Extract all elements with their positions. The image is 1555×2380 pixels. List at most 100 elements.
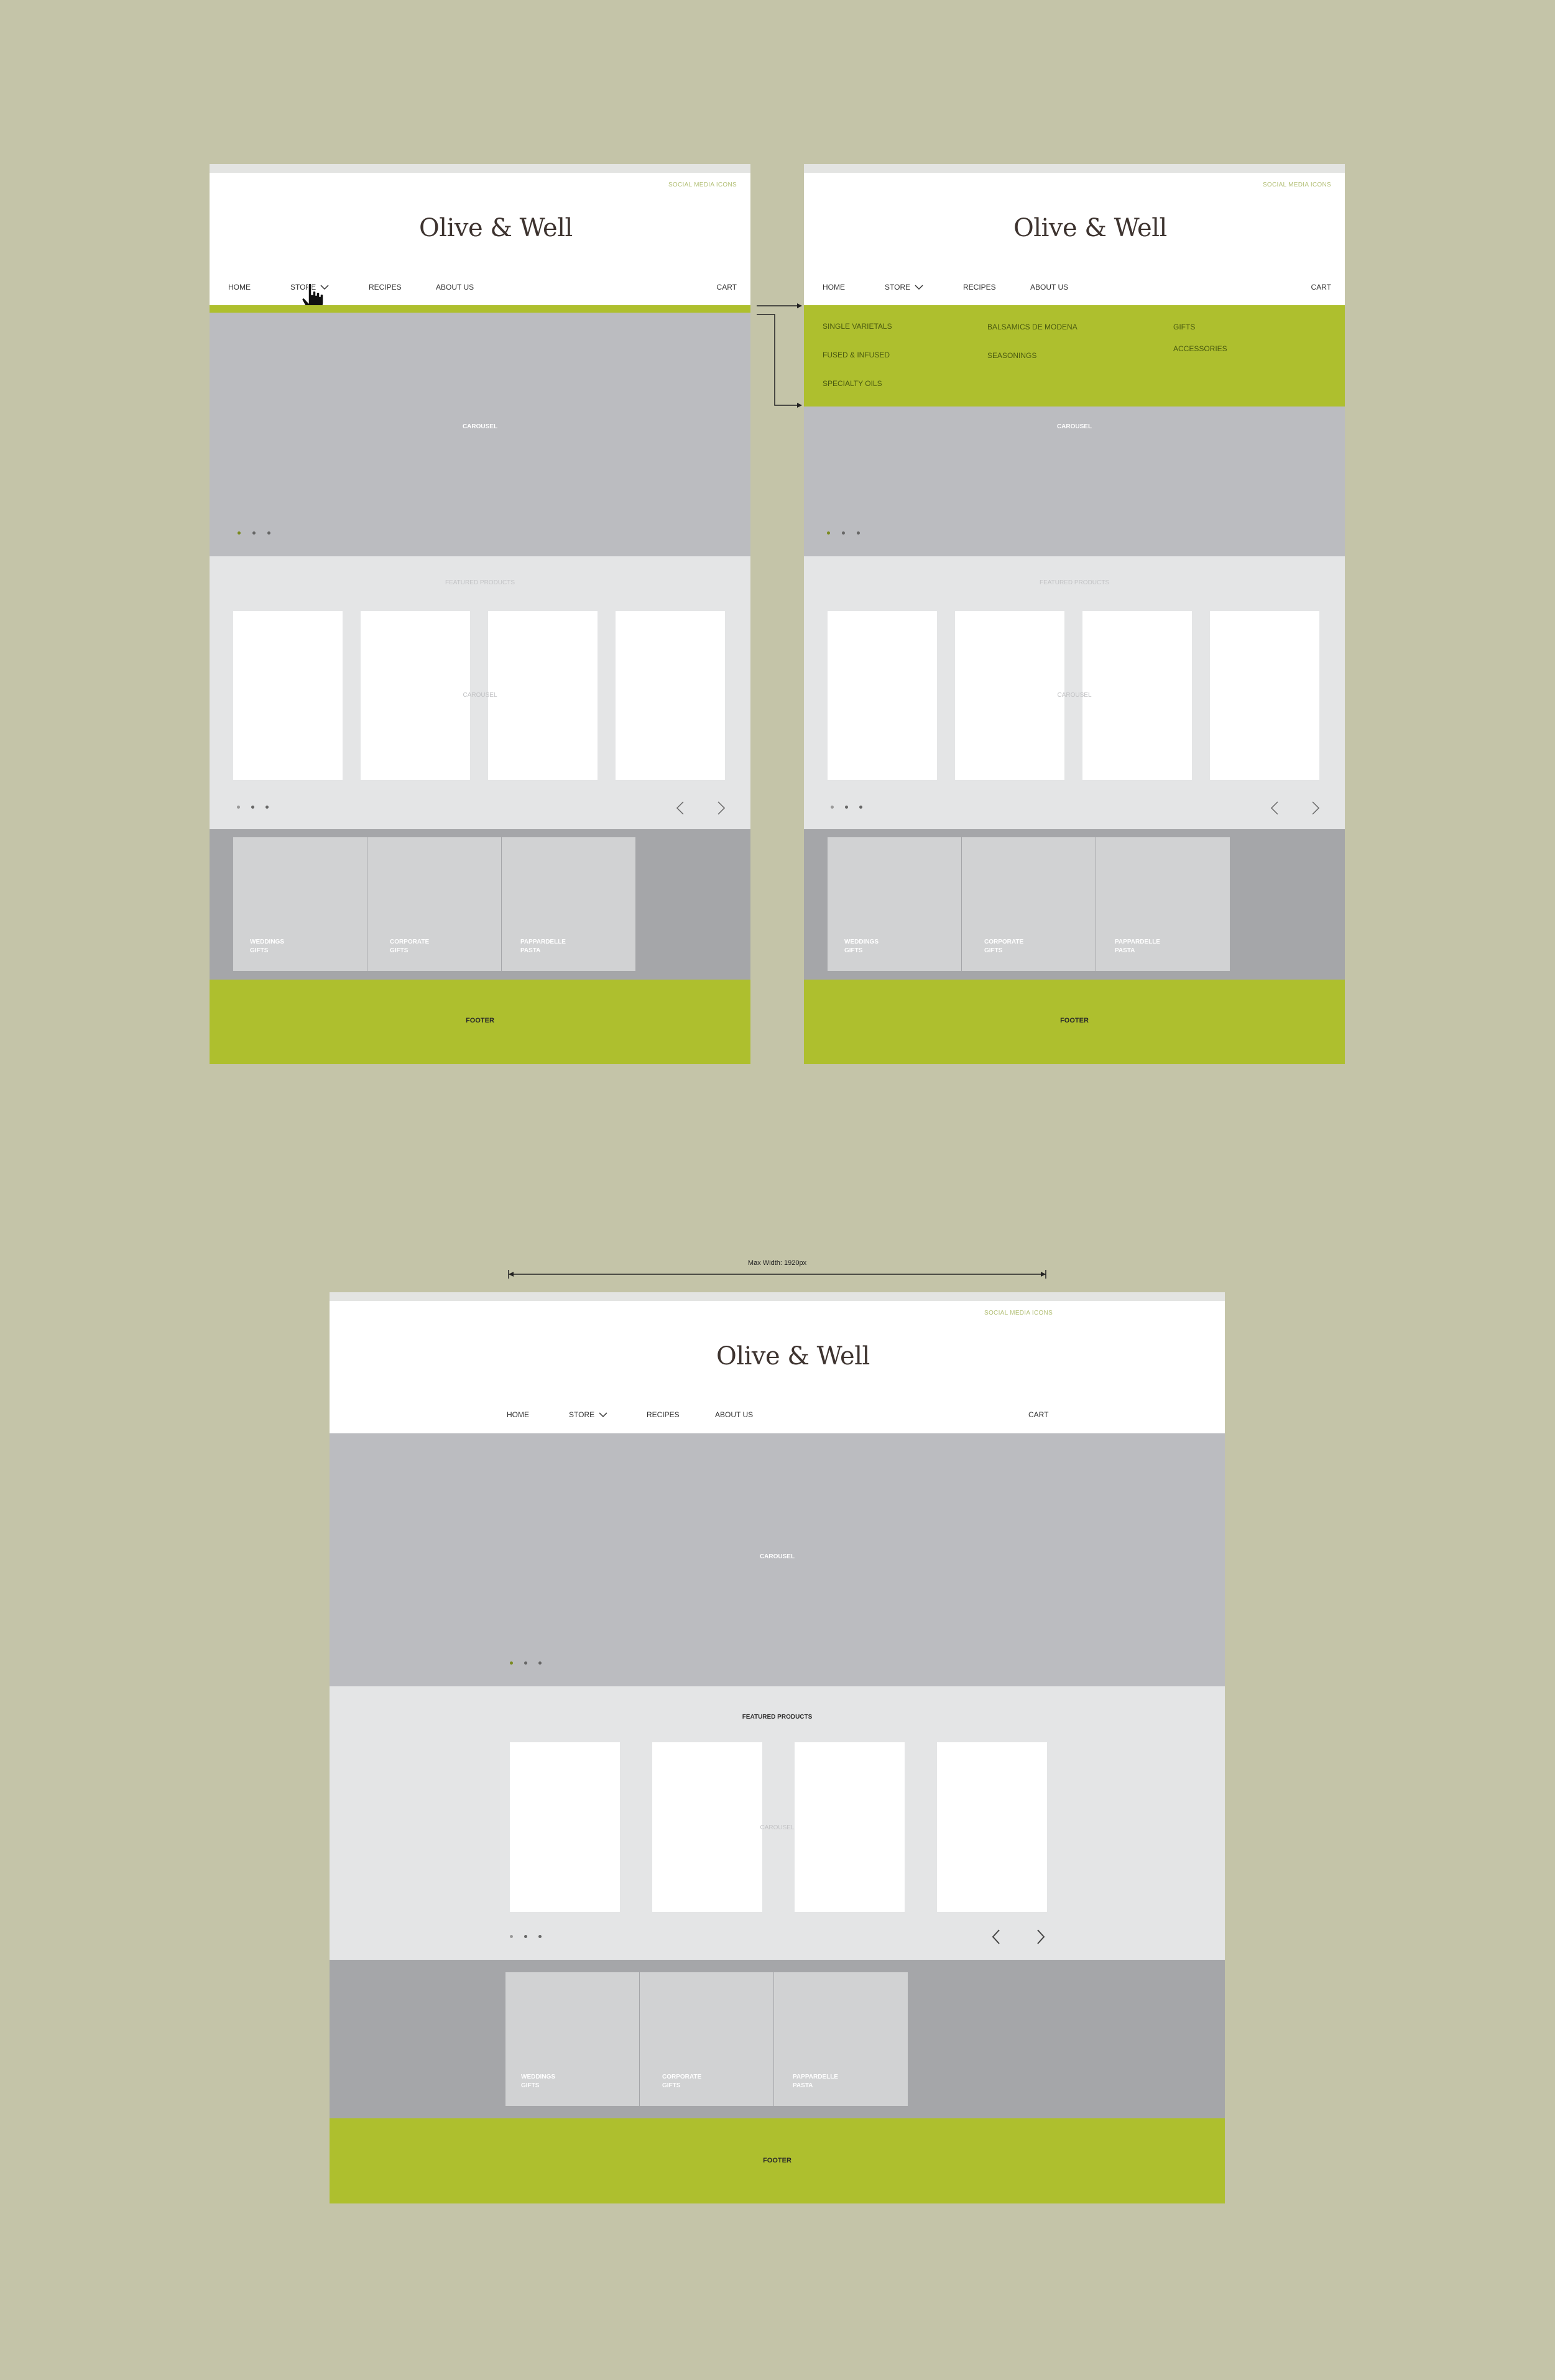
top-strip xyxy=(330,1292,1225,1301)
chevron-right-icon[interactable] xyxy=(717,801,726,815)
carousel-dot[interactable] xyxy=(510,1935,513,1938)
gift-tile-label: WEDDINGS GIFTS xyxy=(844,939,879,954)
gift-tile[interactable]: WEDDINGS GIFTS xyxy=(233,837,367,971)
carousel-dot[interactable] xyxy=(827,531,830,535)
hero-carousel-label: CAROUSEL xyxy=(462,423,498,430)
nav-home[interactable]: HOME xyxy=(823,283,845,292)
hero-carousel[interactable]: CAROUSEL xyxy=(330,1433,1225,1686)
social-media-icons[interactable]: SOCIAL MEDIA ICONS xyxy=(984,1310,1053,1316)
hero-carousel-label: CAROUSEL xyxy=(1056,423,1092,430)
gift-tile[interactable]: PAPPARDELLE PASTA xyxy=(1096,837,1230,971)
carousel-dot[interactable] xyxy=(842,531,845,535)
dropdown-item-accessories[interactable]: ACCESSORIES xyxy=(1173,344,1227,353)
gifts-section: WEDDINGS GIFTS CORPORATE GIFTS PAPPARDELLE… xyxy=(804,829,1345,980)
dropdown-item-seasonings[interactable]: SEASONINGS xyxy=(987,351,1036,360)
dropdown-item-balsamics[interactable]: BALSAMICS DE MODENA xyxy=(987,323,1077,331)
carousel-dot[interactable] xyxy=(831,806,834,809)
dropdown-item-gifts[interactable]: GIFTS xyxy=(1173,323,1195,331)
featured-products-section: FEATURED PRODUCTS CAROUSEL xyxy=(804,556,1345,829)
brand-logo[interactable]: Olive & Well xyxy=(419,214,573,242)
dropdown-item-fused-infused[interactable]: FUSED & INFUSED xyxy=(823,351,890,359)
featured-products-title: FEATURED PRODUCTS xyxy=(742,1714,813,1721)
footer-label: FOOTER xyxy=(763,2157,791,2164)
nav-cart[interactable]: CART xyxy=(717,283,737,292)
carousel-dot[interactable] xyxy=(538,1935,542,1938)
wireframe-desktop: SOCIAL MEDIA ICONS Olive & Well HOME STO… xyxy=(330,1292,1225,2203)
gift-tile[interactable]: WEDDINGS GIFTS xyxy=(828,837,961,971)
gift-tile-label: WEDDINGS GIFTS xyxy=(250,939,284,954)
chevron-left-icon[interactable] xyxy=(676,801,685,815)
nav-home[interactable]: HOME xyxy=(507,1410,529,1419)
products-carousel-label: CAROUSEL xyxy=(1057,692,1092,699)
brand-logo[interactable]: Olive & Well xyxy=(1013,214,1167,242)
carousel-dot[interactable] xyxy=(524,1661,527,1665)
gift-tile[interactable]: CORPORATE GIFTS xyxy=(367,837,501,971)
gift-tile-label: PAPPARDELLE PASTA xyxy=(793,2074,838,2089)
gift-tile-label: CORPORATE GIFTS xyxy=(984,939,1024,954)
chevron-right-icon[interactable] xyxy=(1311,801,1320,815)
nav-about[interactable]: ABOUT US xyxy=(715,1410,753,1419)
gift-tile[interactable]: PAPPARDELLE PASTA xyxy=(774,1972,908,2106)
gift-tile[interactable]: CORPORATE GIFTS xyxy=(640,1972,773,2106)
carousel-dot[interactable] xyxy=(845,806,848,809)
carousel-dot[interactable] xyxy=(538,1661,542,1665)
gifts-section: WEDDINGS GIFTS CORPORATE GIFTS PAPPARDELLE… xyxy=(330,1960,1225,2118)
hero-carousel[interactable]: CAROUSEL xyxy=(804,407,1345,556)
featured-products-title: FEATURED PRODUCTS xyxy=(1039,579,1110,586)
hero-carousel[interactable]: CAROUSEL xyxy=(210,313,750,556)
carousel-dot[interactable] xyxy=(265,806,269,809)
chevron-down-icon xyxy=(915,285,923,290)
wireframe-hover-state: SOCIAL MEDIA ICONS Olive & Well HOME STO… xyxy=(210,164,750,1064)
nav-recipes[interactable]: RECIPES xyxy=(647,1410,680,1419)
max-width-label: Max Width: 1920px xyxy=(747,1259,807,1267)
carousel-dot[interactable] xyxy=(237,806,240,809)
carousel-dot[interactable] xyxy=(238,531,241,535)
dropdown-item-single-varietals[interactable]: SINGLE VARIETALS xyxy=(823,322,892,331)
nav-about[interactable]: ABOUT US xyxy=(1030,283,1068,292)
gift-tile[interactable]: WEDDINGS GIFTS xyxy=(505,1972,639,2106)
nav-home[interactable]: HOME xyxy=(228,283,251,292)
gift-tile-label: WEDDINGS GIFTS xyxy=(521,2074,555,2089)
max-width-dimension-line xyxy=(508,1270,1046,1279)
chevron-right-icon[interactable] xyxy=(1036,1929,1045,1944)
nav-store[interactable]: STORE xyxy=(885,283,910,292)
top-strip xyxy=(210,164,750,173)
carousel-dot[interactable] xyxy=(267,531,270,535)
footer-label: FOOTER xyxy=(1060,1017,1089,1024)
transition-arrow xyxy=(757,303,802,408)
dropdown-item-specialty-oils[interactable]: SPECIALTY OILS xyxy=(823,379,882,388)
gift-tile[interactable]: PAPPARDELLE PASTA xyxy=(502,837,635,971)
carousel-dot[interactable] xyxy=(524,1935,527,1938)
footer: FOOTER xyxy=(330,2118,1225,2203)
store-dropdown-menu: SINGLE VARIETALS FUSED & INFUSED SPECIAL… xyxy=(804,305,1345,407)
gifts-section: WEDDINGS GIFTS CORPORATE GIFTS PAPPARDELLE… xyxy=(210,829,750,980)
featured-products-section: FEATURED PRODUCTS CAROUSEL xyxy=(330,1686,1225,1960)
gift-tile-label: PAPPARDELLE PASTA xyxy=(520,939,566,954)
carousel-dot[interactable] xyxy=(252,531,256,535)
chevron-left-icon[interactable] xyxy=(992,1929,1000,1944)
featured-products-section: FEATURED PRODUCTS CAROUSEL xyxy=(210,556,750,829)
brand-logo[interactable]: Olive & Well xyxy=(716,1342,870,1371)
gift-tile-label: PAPPARDELLE PASTA xyxy=(1115,939,1160,954)
nav-cart[interactable]: CART xyxy=(1028,1410,1048,1419)
nav-recipes[interactable]: RECIPES xyxy=(963,283,996,292)
gift-tile[interactable]: CORPORATE GIFTS xyxy=(962,837,1096,971)
nav-recipes[interactable]: RECIPES xyxy=(369,283,402,292)
carousel-dot[interactable] xyxy=(859,806,862,809)
nav-about[interactable]: ABOUT US xyxy=(436,283,474,292)
nav-cart[interactable]: CART xyxy=(1311,283,1331,292)
carousel-dot[interactable] xyxy=(857,531,860,535)
products-carousel-label: CAROUSEL xyxy=(463,692,497,699)
nav-store[interactable]: STORE xyxy=(569,1410,594,1419)
carousel-dot[interactable] xyxy=(251,806,254,809)
featured-products-title: FEATURED PRODUCTS xyxy=(445,579,515,586)
wireframe-dropdown-state: SOCIAL MEDIA ICONS Olive & Well HOME STO… xyxy=(804,164,1345,1064)
products-carousel-label: CAROUSEL xyxy=(760,1824,795,1831)
chevron-down-icon xyxy=(599,1412,607,1418)
social-media-icons[interactable]: SOCIAL MEDIA ICONS xyxy=(1263,181,1331,188)
social-media-icons[interactable]: SOCIAL MEDIA ICONS xyxy=(668,181,737,188)
carousel-dot[interactable] xyxy=(510,1661,513,1665)
chevron-left-icon[interactable] xyxy=(1270,801,1279,815)
nav-hover-bar xyxy=(210,305,750,313)
hero-carousel-label: CAROUSEL xyxy=(759,1553,795,1560)
